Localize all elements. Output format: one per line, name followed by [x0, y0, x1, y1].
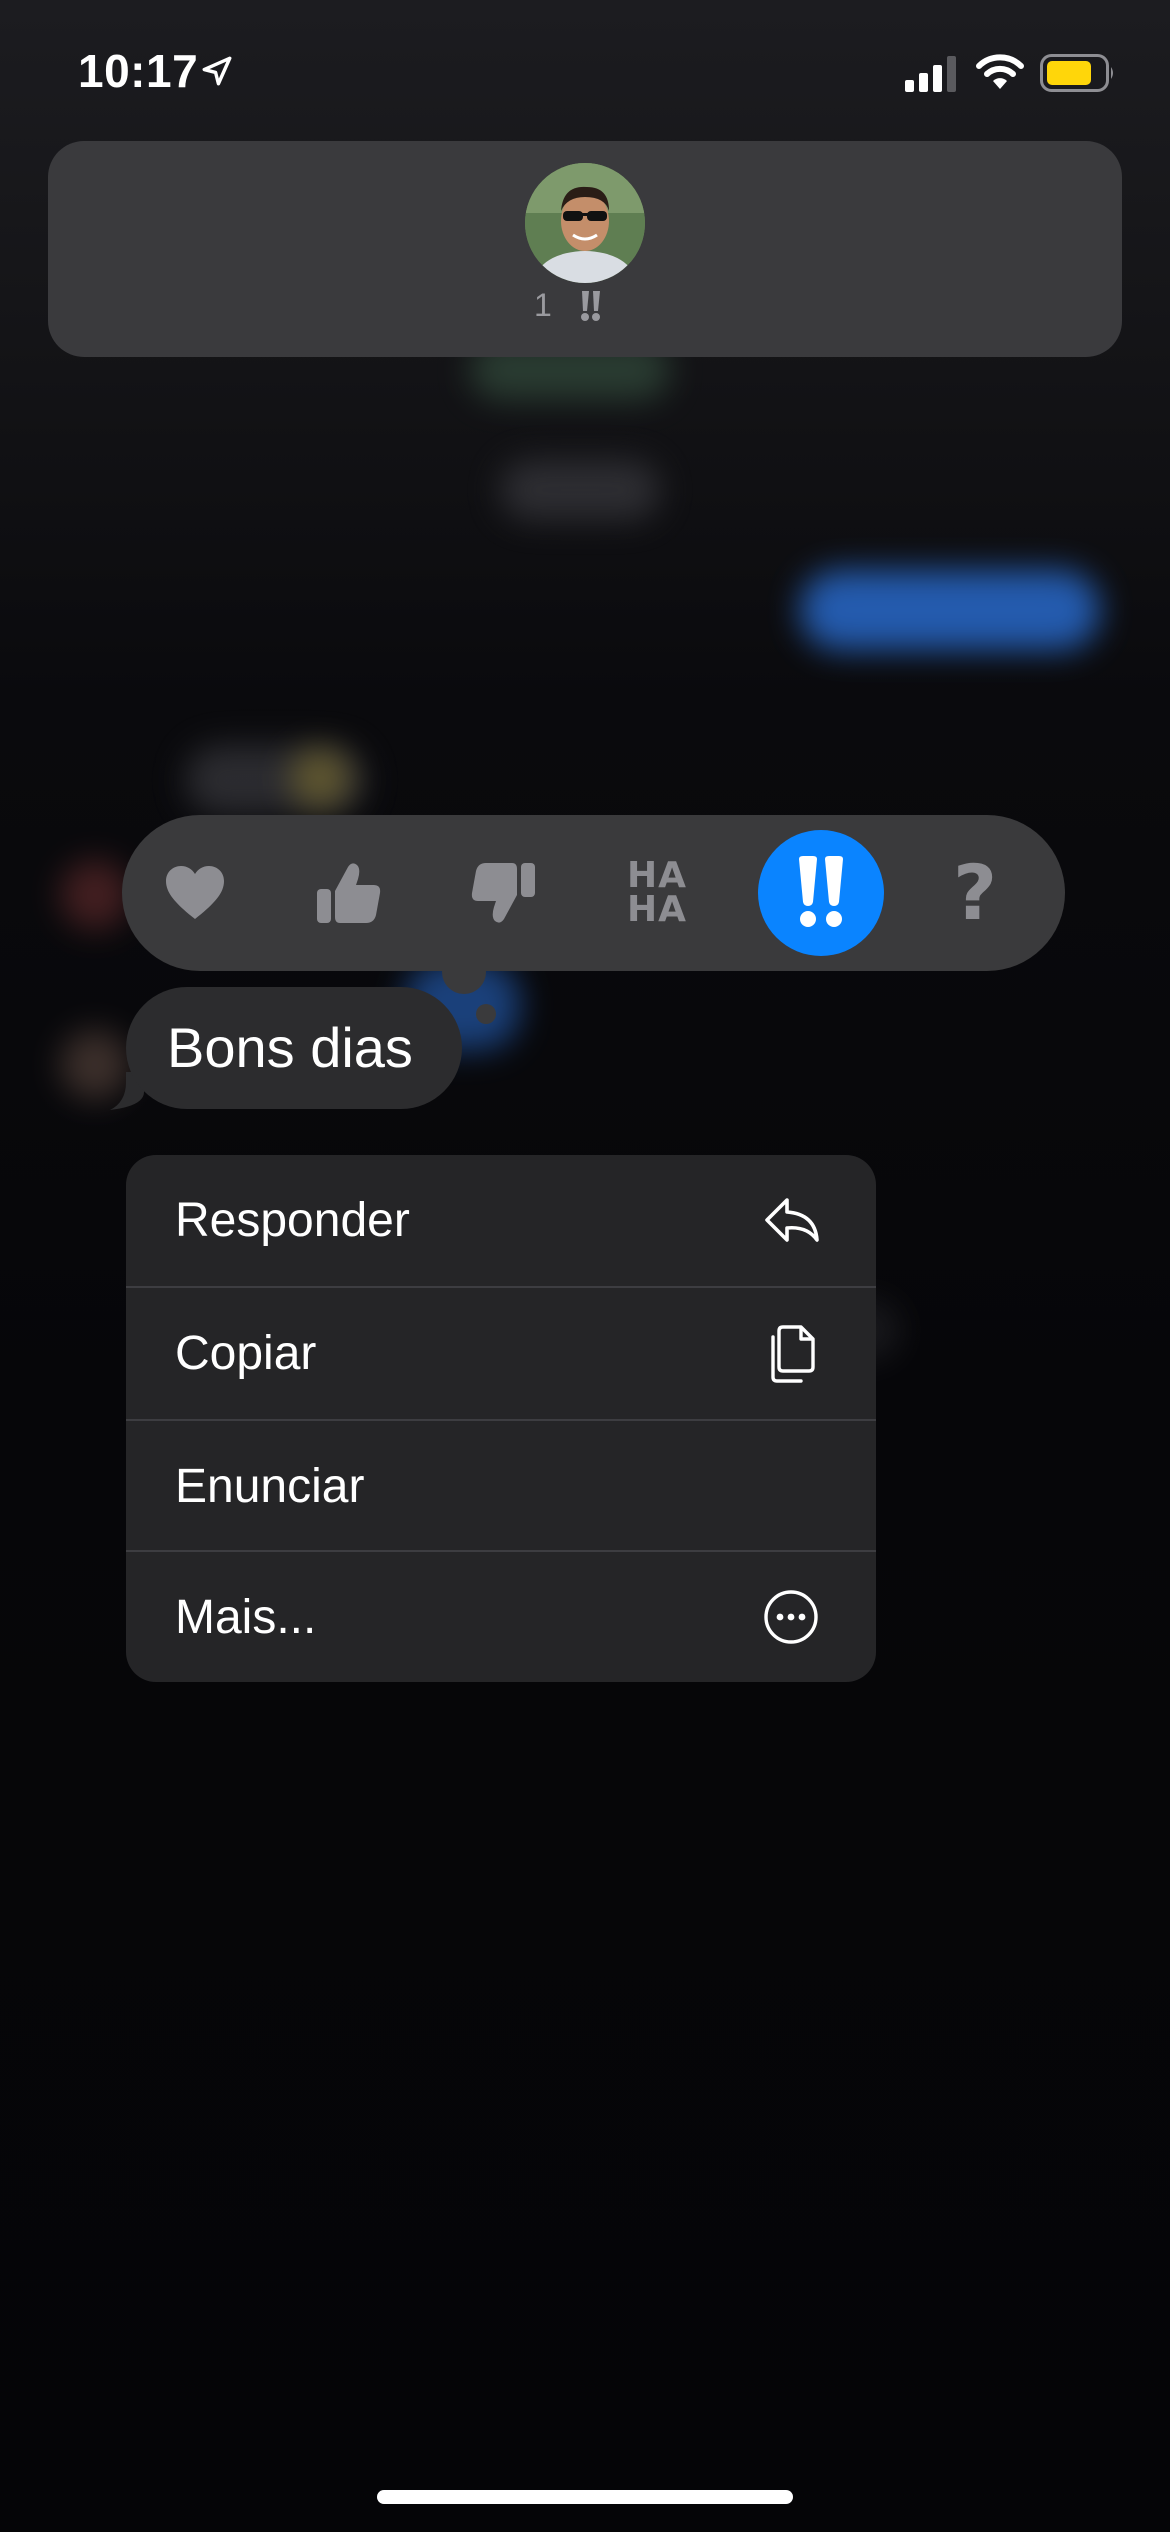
tapback-thumbs-down[interactable] [440, 830, 566, 956]
reaction-count: 1 [534, 287, 552, 323]
haha-line-2: HA [627, 889, 687, 930]
menu-item-label: Mais... [175, 1591, 317, 1644]
blurred-background-element [290, 748, 350, 808]
exclamation-icon [581, 291, 600, 321]
menu-item-mais[interactable]: Mais... [126, 1552, 876, 1682]
context-menu: Responder Copiar Enunciar Mais... [126, 1155, 876, 1682]
blurred-background-bubble [800, 570, 1100, 650]
menu-item-label: Responder [175, 1194, 410, 1247]
menu-item-label: Copiar [175, 1327, 317, 1380]
blurred-background-element [500, 460, 660, 520]
thumbs-up-icon [317, 863, 381, 923]
thumbs-down-icon [471, 863, 535, 923]
status-time: 10:17 [78, 45, 199, 97]
home-indicator[interactable] [377, 2490, 793, 2504]
blurred-background-avatar [60, 860, 130, 930]
screen-background: 10:17 1 HA HA ? Bons dias Responder Copi… [0, 0, 1170, 2532]
double-exclamation-icon [799, 856, 843, 927]
question-mark-icon: ? [952, 848, 998, 937]
copy-documents-icon [771, 1325, 815, 1383]
tapback-emphasize[interactable] [758, 830, 884, 956]
message-text: Bons dias [167, 1016, 413, 1079]
reply-arrow-icon [765, 1198, 819, 1242]
tapback-bar: HA HA ? [122, 815, 1065, 971]
menu-item-copiar[interactable]: Copiar [126, 1288, 876, 1419]
menu-item-label: Enunciar [175, 1460, 365, 1513]
avatar-photo [525, 163, 645, 283]
reaction-summary-card[interactable]: 1 [48, 141, 1122, 357]
tapback-bar-tail [476, 1004, 496, 1024]
tapback-question[interactable]: ? [912, 830, 1038, 956]
tapback-haha[interactable]: HA HA [594, 830, 720, 956]
more-ellipsis-circle-icon [764, 1590, 818, 1644]
status-bar: 10:17 [0, 0, 1170, 140]
wifi-icon [976, 54, 1024, 89]
menu-item-enunciar[interactable]: Enunciar [126, 1421, 876, 1552]
tapback-heart[interactable] [132, 830, 258, 956]
battery-icon [1040, 54, 1113, 92]
location-arrow-icon [202, 56, 232, 86]
haha-icon: HA HA [627, 855, 687, 930]
heart-icon [166, 866, 224, 919]
tapback-thumbs-up[interactable] [286, 830, 412, 956]
haha-line-1: HA [627, 855, 687, 896]
menu-item-responder[interactable]: Responder [126, 1155, 876, 1286]
avatar[interactable] [525, 163, 645, 283]
battery-level [1047, 61, 1091, 85]
cellular-signal-icon [905, 56, 956, 92]
